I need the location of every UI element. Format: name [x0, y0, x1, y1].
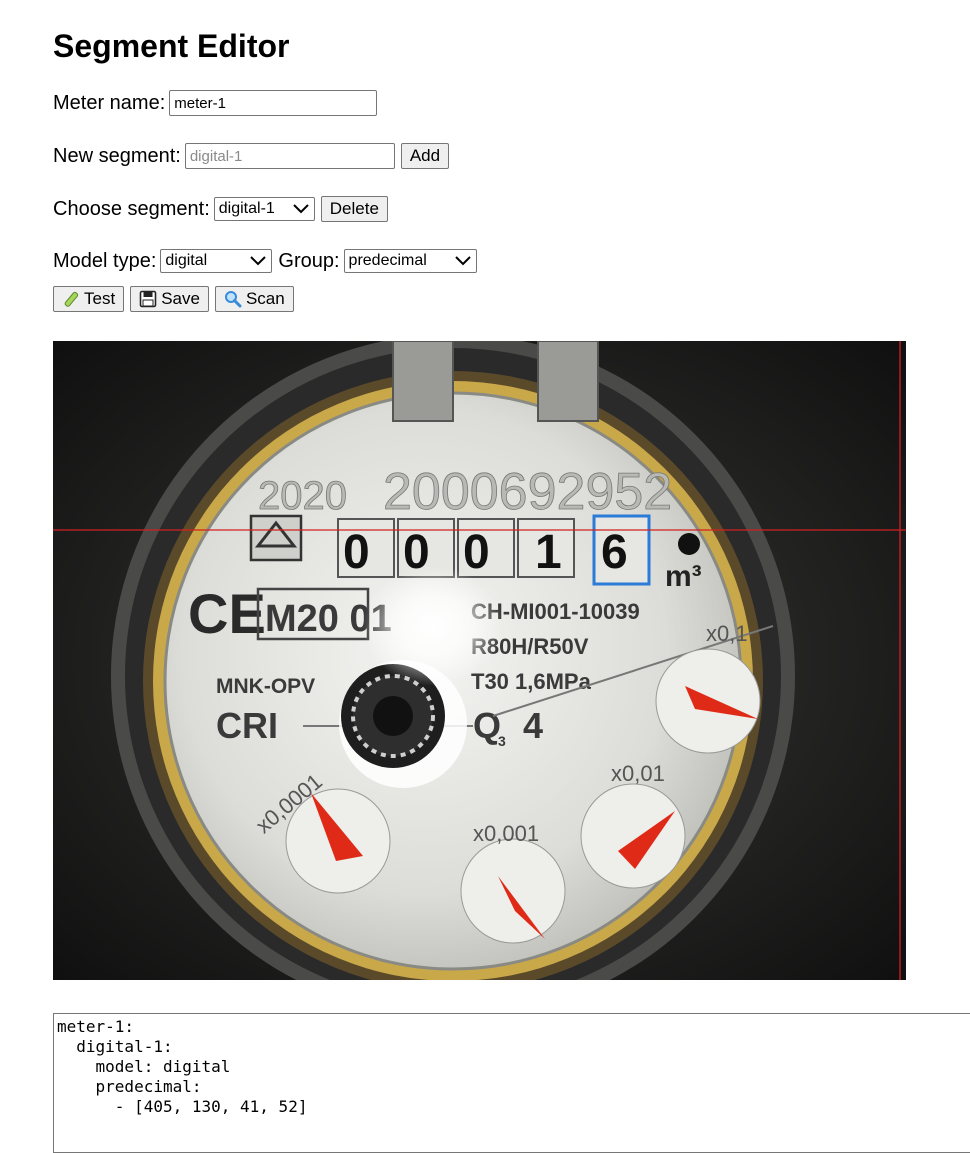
save-button[interactable]: Save: [130, 286, 209, 312]
action-row: Test Save Scan: [53, 286, 294, 312]
meter-q3-label: Q: [473, 705, 501, 746]
choose-segment-row: Choose segment: digital-1 Delete: [53, 195, 388, 223]
meter-digit-1: 0: [343, 526, 370, 579]
group-select-value: predecimal: [348, 252, 427, 269]
test-button[interactable]: Test: [53, 286, 125, 312]
new-segment-input[interactable]: [184, 143, 395, 169]
meter-glare: [363, 566, 503, 686]
yaml-output[interactable]: meter-1: digital-1: model: digital prede…: [53, 1013, 970, 1153]
test-tube-icon: [64, 291, 79, 307]
dial-multiplier-label: x0,01: [611, 761, 665, 786]
meter-name-row: Meter name:: [53, 89, 378, 117]
test-label: Test: [84, 289, 116, 308]
meter-digit-5: 6: [601, 526, 628, 579]
meter-brand-2: CRI: [216, 705, 278, 746]
meter-serial-year: 2020: [258, 474, 347, 518]
meter-image: 2020 2000692952 0 0 0 1 6 m³ CE M20 01 C…: [53, 341, 906, 980]
segment-select[interactable]: digital-1: [213, 197, 315, 221]
meter-name-input[interactable]: [169, 90, 378, 116]
chevron-down-icon: [454, 256, 471, 266]
model-type-label: Model type:: [53, 250, 157, 272]
meter-brand: MNK-OPV: [216, 675, 315, 698]
meter-digit-3: 0: [463, 526, 490, 579]
meter-dot-marker: [678, 533, 700, 555]
meter-digit-4: 1: [535, 526, 562, 579]
meter-clip-left: [392, 341, 454, 422]
meter-serial-number: 2000692952: [383, 463, 672, 521]
meter-ce-mark: CE: [188, 582, 266, 645]
chevron-down-icon: [250, 256, 267, 266]
meter-unit: m³: [665, 560, 702, 593]
segment-select-value: digital-1: [218, 200, 275, 217]
model-row: Model type: digital Group: predecimal: [53, 247, 477, 275]
page-title: Segment Editor: [53, 28, 290, 64]
floppy-disk-icon: [139, 290, 157, 308]
group-label: Group:: [278, 250, 340, 272]
magnifier-icon: [224, 291, 242, 308]
new-segment-label: New segment:: [53, 145, 181, 167]
meter-q3-subscript: 3: [498, 733, 506, 749]
meter-clip-right: [537, 341, 599, 422]
meter-name-label: Meter name:: [53, 92, 166, 114]
scan-label: Scan: [245, 289, 285, 308]
model-type-value: digital: [165, 252, 208, 269]
choose-segment-label: Choose segment:: [53, 198, 210, 220]
chevron-down-icon: [293, 204, 309, 214]
meter-q3-value: 4: [523, 705, 543, 746]
model-type-select[interactable]: digital: [160, 249, 273, 273]
dial-multiplier-label: x0,001: [473, 821, 539, 846]
dial-multiplier-label: x0,1: [706, 621, 748, 646]
delete-button[interactable]: Delete: [320, 196, 388, 222]
add-button[interactable]: Add: [400, 143, 450, 169]
group-select[interactable]: predecimal: [343, 249, 477, 273]
new-segment-row: New segment: Add: [53, 142, 450, 170]
scan-button[interactable]: Scan: [214, 286, 294, 312]
save-label: Save: [161, 289, 200, 308]
meter-image-canvas[interactable]: 2020 2000692952 0 0 0 1 6 m³ CE M20 01 C…: [53, 341, 906, 980]
